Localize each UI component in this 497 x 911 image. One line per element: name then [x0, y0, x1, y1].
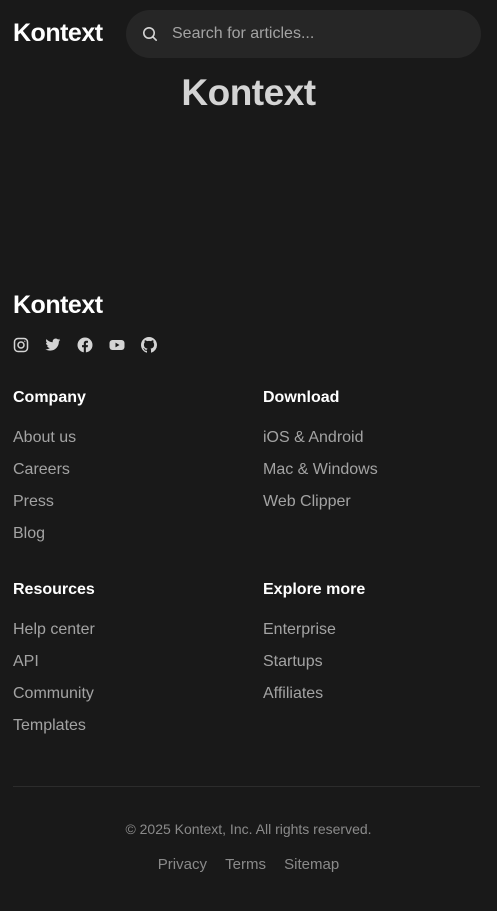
facebook-icon[interactable]: [77, 337, 93, 353]
footer-column-heading: Company: [13, 389, 86, 406]
footer-link-help-center[interactable]: Help center: [13, 620, 243, 652]
footer-link-affiliates[interactable]: Affiliates: [263, 684, 493, 716]
footer-link-enterprise[interactable]: Enterprise: [263, 620, 493, 652]
footer-link-about-us[interactable]: About us: [13, 428, 243, 460]
privacy-link[interactable]: Privacy: [158, 856, 207, 873]
footer-column-explore-more: Explore more Enterprise Startups Affilia…: [263, 580, 493, 716]
copyright-text: © 2025 Kontext, Inc. All rights reserved…: [125, 821, 372, 837]
footer-link-startups[interactable]: Startups: [263, 652, 493, 684]
footer-column-company: Company About us Careers Press Blog: [13, 388, 243, 556]
search-icon: [142, 26, 158, 42]
legal-links: Privacy Terms Sitemap: [0, 856, 497, 874]
footer-link-careers[interactable]: Careers: [13, 460, 243, 492]
footer-link-ios-android[interactable]: iOS & Android: [263, 428, 493, 460]
footer-logo[interactable]: Kontext: [13, 290, 103, 320]
footer-link-api[interactable]: API: [13, 652, 243, 684]
footer-divider: [13, 786, 480, 787]
footer-column-resources: Resources Help center API Community Temp…: [13, 580, 243, 748]
header-logo[interactable]: Kontext: [13, 18, 103, 48]
youtube-icon[interactable]: [109, 337, 125, 353]
social-links: [13, 337, 173, 355]
footer-column-heading: Resources: [13, 581, 95, 598]
footer-column-download: Download iOS & Android Mac & Windows Web…: [263, 388, 493, 524]
instagram-icon[interactable]: [13, 337, 29, 353]
search-input[interactable]: [172, 10, 467, 58]
sitemap-link[interactable]: Sitemap: [284, 856, 339, 873]
site-header: Kontext: [0, 0, 497, 68]
twitter-icon[interactable]: [45, 337, 61, 353]
footer-link-blog[interactable]: Blog: [13, 524, 243, 556]
footer-column-heading: Download: [263, 389, 340, 406]
hero-title: Kontext: [181, 72, 316, 113]
footer-link-community[interactable]: Community: [13, 684, 243, 716]
footer-column-heading: Explore more: [263, 581, 366, 598]
terms-link[interactable]: Terms: [225, 856, 266, 873]
footer-link-press[interactable]: Press: [13, 492, 243, 524]
github-icon[interactable]: [141, 337, 157, 353]
footer-link-mac-windows[interactable]: Mac & Windows: [263, 460, 493, 492]
search-box[interactable]: [126, 10, 481, 58]
footer-link-templates[interactable]: Templates: [13, 716, 243, 748]
footer-link-web-clipper[interactable]: Web Clipper: [263, 492, 493, 524]
